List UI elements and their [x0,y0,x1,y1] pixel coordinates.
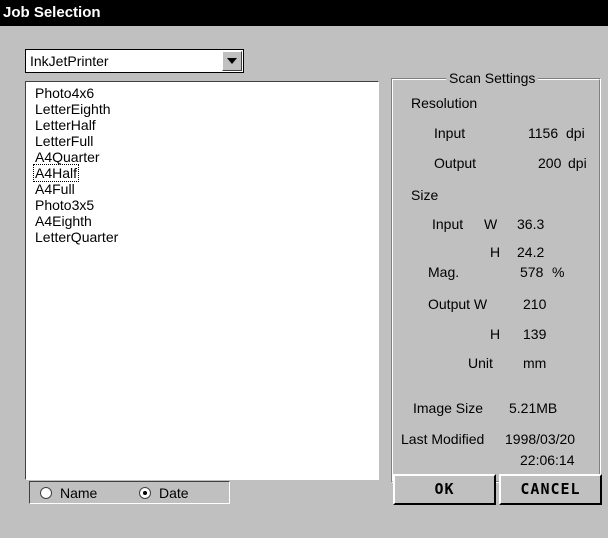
list-item[interactable]: A4Quarter [34,149,378,165]
resolution-output-unit: dpi [568,155,587,171]
list-item[interactable]: LetterHalf [34,117,378,133]
unit-label: Unit [468,355,493,371]
sort-by-name-label: Name [60,485,98,501]
size-input-w: 36.3 [517,216,545,232]
mag-value: 578 [520,264,544,280]
window-title: Job Selection [0,0,608,26]
list-item[interactable]: A4Eighth [34,213,378,229]
list-item[interactable]: Photo4x6 [34,85,378,101]
printer-select-value: InkJetPrinter [30,53,109,69]
chevron-down-icon [227,58,237,64]
last-modified-label: Last Modified [401,431,485,447]
size-w-label: W [484,216,498,232]
list-item[interactable]: A4Half [32,164,378,182]
list-item-label: A4Half [32,164,80,182]
list-item[interactable]: LetterEighth [34,101,378,117]
size-h-label: H [490,244,501,260]
size-output-label: Output W [428,296,488,312]
list-item-label: A4Quarter [35,149,100,165]
resolution-input-unit: dpi [566,125,585,141]
list-item-label: LetterFull [35,133,94,149]
size-input-label: Input [432,216,464,232]
last-modified-time: 22:06:14 [520,452,575,468]
list-item[interactable]: LetterQuarter [34,229,378,245]
sort-by-date-label: Date [159,485,189,501]
resolution-label: Resolution [411,95,478,111]
list-item-label: Photo4x6 [35,85,95,101]
dropdown-button[interactable] [222,51,242,71]
size-label: Size [411,187,439,203]
mag-unit: % [552,264,565,280]
size-output-w: 210 [523,296,547,312]
image-size-label: Image Size [413,400,484,416]
list-item-label: LetterQuarter [35,229,119,245]
size-output-h-label: H [490,326,501,342]
cancel-button[interactable]: CANCEL [499,474,602,505]
list-item-label: A4Full [35,181,75,197]
mag-label: Mag. [428,264,460,280]
list-item-label: Photo3x5 [35,197,95,213]
job-list[interactable]: Photo4x6 LetterEighth LetterHalf LetterFull… [25,81,379,480]
printer-select[interactable]: InkJetPrinter [25,49,244,73]
radio-name-indicator[interactable] [40,487,52,499]
list-item[interactable]: A4Full [34,181,378,197]
sort-by-name-radio[interactable]: Name [40,485,97,501]
radio-date-indicator[interactable] [139,487,151,499]
resolution-input-value: 1156 [528,125,559,141]
list-item-label: LetterHalf [35,117,96,133]
scan-settings-group: Scan Settings Resolution Input 1156 dpi … [391,70,601,483]
resolution-output-value: 200 [538,155,562,171]
list-item-label: LetterEighth [35,101,111,117]
sort-by-date-radio[interactable]: Date [139,485,189,501]
list-item[interactable]: LetterFull [34,133,378,149]
size-output-h: 139 [523,326,547,342]
size-input-h: 24.2 [517,244,545,260]
resolution-output-label: Output [434,155,477,171]
sort-radio-group: Name Date [29,481,230,504]
resolution-input-label: Input [434,125,466,141]
list-item-label: A4Eighth [35,213,92,229]
list-item[interactable]: Photo3x5 [34,197,378,213]
unit-value: mm [523,355,547,371]
last-modified-date: 1998/03/20 [505,431,576,447]
ok-button[interactable]: OK [393,474,496,505]
scan-settings-legend: Scan Settings [446,70,539,86]
image-size-value: 5.21MB [509,400,558,416]
